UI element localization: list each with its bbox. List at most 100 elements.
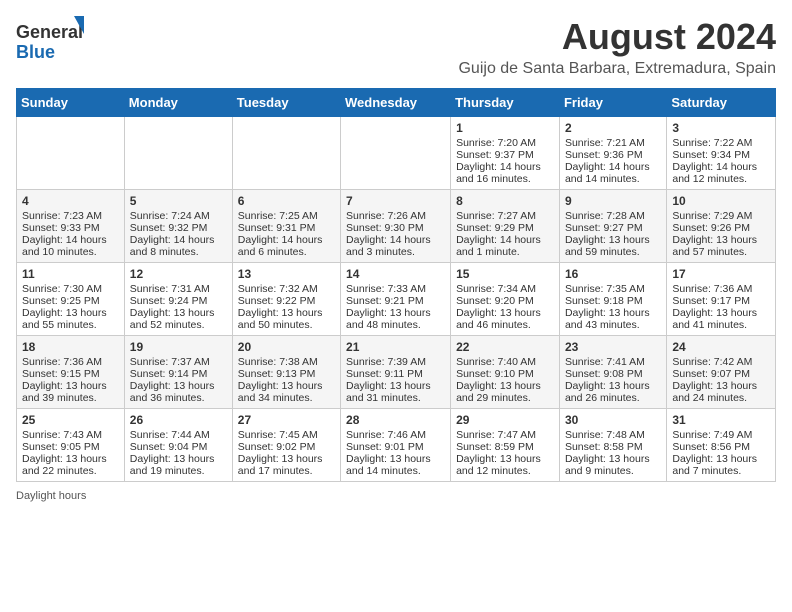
calendar-cell: 22Sunrise: 7:40 AMSunset: 9:10 PMDayligh… [451, 336, 560, 409]
day-info: Sunset: 9:30 PM [346, 222, 445, 234]
calendar-cell [232, 117, 340, 190]
calendar-table: SundayMondayTuesdayWednesdayThursdayFrid… [16, 88, 776, 482]
calendar-cell: 24Sunrise: 7:42 AMSunset: 9:07 PMDayligh… [667, 336, 776, 409]
col-header-monday: Monday [124, 89, 232, 117]
day-info: Sunset: 9:08 PM [565, 368, 661, 380]
calendar-week-row: 11Sunrise: 7:30 AMSunset: 9:25 PMDayligh… [17, 263, 776, 336]
calendar-cell: 17Sunrise: 7:36 AMSunset: 9:17 PMDayligh… [667, 263, 776, 336]
day-info: Sunrise: 7:39 AM [346, 356, 445, 368]
day-info: Daylight: 13 hours and 22 minutes. [22, 453, 119, 477]
title-block: August 2024 Guijo de Santa Barbara, Extr… [458, 16, 776, 78]
day-info: Sunset: 8:56 PM [672, 441, 770, 453]
day-number: 18 [22, 340, 119, 354]
day-info: Sunset: 9:02 PM [238, 441, 335, 453]
calendar-cell: 16Sunrise: 7:35 AMSunset: 9:18 PMDayligh… [559, 263, 666, 336]
calendar-cell [341, 117, 451, 190]
calendar-cell: 15Sunrise: 7:34 AMSunset: 9:20 PMDayligh… [451, 263, 560, 336]
day-info: Sunset: 9:05 PM [22, 441, 119, 453]
logo-svg: General Blue [16, 16, 86, 64]
day-info: Daylight: 13 hours and 9 minutes. [565, 453, 661, 477]
day-info: Daylight: 13 hours and 31 minutes. [346, 380, 445, 404]
day-info: Sunset: 9:15 PM [22, 368, 119, 380]
day-info: Daylight: 13 hours and 48 minutes. [346, 307, 445, 331]
day-info: Daylight: 13 hours and 24 minutes. [672, 380, 770, 404]
col-header-wednesday: Wednesday [341, 89, 451, 117]
day-info: Sunset: 9:07 PM [672, 368, 770, 380]
day-info: Sunset: 9:18 PM [565, 295, 661, 307]
day-number: 19 [130, 340, 227, 354]
col-header-friday: Friday [559, 89, 666, 117]
day-info: Sunset: 9:34 PM [672, 149, 770, 161]
day-info: Sunrise: 7:25 AM [238, 210, 335, 222]
day-info: Sunrise: 7:47 AM [456, 429, 554, 441]
day-info: Daylight: 13 hours and 7 minutes. [672, 453, 770, 477]
calendar-week-row: 1Sunrise: 7:20 AMSunset: 9:37 PMDaylight… [17, 117, 776, 190]
day-info: Sunrise: 7:38 AM [238, 356, 335, 368]
day-info: Sunset: 9:32 PM [130, 222, 227, 234]
day-info: Daylight: 13 hours and 34 minutes. [238, 380, 335, 404]
day-number: 3 [672, 121, 770, 135]
day-info: Sunset: 9:33 PM [22, 222, 119, 234]
col-header-thursday: Thursday [451, 89, 560, 117]
day-number: 24 [672, 340, 770, 354]
calendar-cell: 14Sunrise: 7:33 AMSunset: 9:21 PMDayligh… [341, 263, 451, 336]
day-info: Sunset: 9:37 PM [456, 149, 554, 161]
day-info: Sunset: 9:36 PM [565, 149, 661, 161]
day-info: Sunrise: 7:28 AM [565, 210, 661, 222]
day-number: 7 [346, 194, 445, 208]
calendar-cell: 5Sunrise: 7:24 AMSunset: 9:32 PMDaylight… [124, 190, 232, 263]
calendar-cell: 11Sunrise: 7:30 AMSunset: 9:25 PMDayligh… [17, 263, 125, 336]
calendar-header-row: SundayMondayTuesdayWednesdayThursdayFrid… [17, 89, 776, 117]
day-info: Daylight: 13 hours and 19 minutes. [130, 453, 227, 477]
calendar-cell: 26Sunrise: 7:44 AMSunset: 9:04 PMDayligh… [124, 409, 232, 482]
calendar-cell: 12Sunrise: 7:31 AMSunset: 9:24 PMDayligh… [124, 263, 232, 336]
day-info: Sunset: 9:29 PM [456, 222, 554, 234]
day-number: 6 [238, 194, 335, 208]
calendar-cell: 25Sunrise: 7:43 AMSunset: 9:05 PMDayligh… [17, 409, 125, 482]
day-info: Sunset: 9:20 PM [456, 295, 554, 307]
calendar-cell: 6 Sunrise: 7:25 AMSunset: 9:31 PMDaylight… [232, 190, 340, 263]
day-info: Daylight: 14 hours and 3 minutes. [346, 234, 445, 258]
calendar-week-row: 4Sunrise: 7:23 AMSunset: 9:33 PMDaylight… [17, 190, 776, 263]
calendar-cell: 31Sunrise: 7:49 AMSunset: 8:56 PMDayligh… [667, 409, 776, 482]
day-info: Sunrise: 7:20 AM [456, 137, 554, 149]
day-info: Daylight: 14 hours and 14 minutes. [565, 161, 661, 185]
day-number: 29 [456, 413, 554, 427]
day-info: Sunrise: 7:35 AM [565, 283, 661, 295]
day-info: Daylight: 13 hours and 26 minutes. [565, 380, 661, 404]
day-number: 26 [130, 413, 227, 427]
col-header-sunday: Sunday [17, 89, 125, 117]
day-number: 27 [238, 413, 335, 427]
day-number: 30 [565, 413, 661, 427]
page-title: August 2024 [458, 16, 776, 58]
day-info: Daylight: 13 hours and 41 minutes. [672, 307, 770, 331]
calendar-cell: 9Sunrise: 7:28 AMSunset: 9:27 PMDaylight… [559, 190, 666, 263]
page-subtitle: Guijo de Santa Barbara, Extremadura, Spa… [458, 60, 776, 78]
day-info: Daylight: 13 hours and 36 minutes. [130, 380, 227, 404]
day-info: Sunrise: 7:40 AM [456, 356, 554, 368]
day-info: Sunset: 9:31 PM [238, 222, 335, 234]
calendar-cell: 19Sunrise: 7:37 AMSunset: 9:14 PMDayligh… [124, 336, 232, 409]
day-info: Sunset: 9:21 PM [346, 295, 445, 307]
day-info: Daylight: 13 hours and 29 minutes. [456, 380, 554, 404]
day-number: 16 [565, 267, 661, 281]
day-info: Sunset: 9:10 PM [456, 368, 554, 380]
day-number: 21 [346, 340, 445, 354]
day-info: Sunset: 9:24 PM [130, 295, 227, 307]
day-info: Daylight: 13 hours and 52 minutes. [130, 307, 227, 331]
day-info: Sunrise: 7:41 AM [565, 356, 661, 368]
day-info: Sunrise: 7:48 AM [565, 429, 661, 441]
day-info: Daylight: 14 hours and 6 minutes. [238, 234, 335, 258]
day-info: Sunrise: 7:30 AM [22, 283, 119, 295]
day-info: Daylight: 13 hours and 50 minutes. [238, 307, 335, 331]
day-info: Sunrise: 7:33 AM [346, 283, 445, 295]
logo: General Blue [16, 16, 86, 64]
day-info: Daylight: 14 hours and 1 minute. [456, 234, 554, 258]
day-number: 12 [130, 267, 227, 281]
calendar-cell: 3Sunrise: 7:22 AMSunset: 9:34 PMDaylight… [667, 117, 776, 190]
day-info: Sunset: 9:01 PM [346, 441, 445, 453]
day-info: Sunrise: 7:27 AM [456, 210, 554, 222]
page-header: General Blue August 2024 Guijo de Santa … [16, 16, 776, 78]
day-info: Sunset: 9:26 PM [672, 222, 770, 234]
calendar-week-row: 18Sunrise: 7:36 AMSunset: 9:15 PMDayligh… [17, 336, 776, 409]
